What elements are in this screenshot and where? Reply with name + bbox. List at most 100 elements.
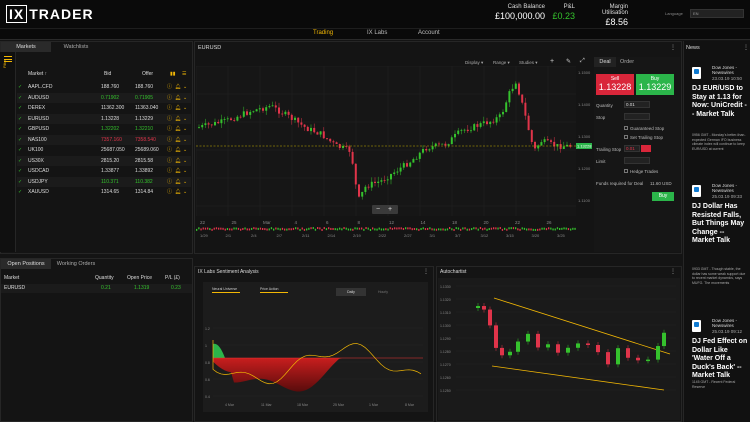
watchlist-row[interactable]: ✓ GBPUSD 1.32202 1.32210 ⓘ 🔔︎ ⌄ [17, 124, 191, 134]
chevron-down-icon[interactable]: ⌄ [183, 145, 187, 155]
offer-price: 1314.84 [135, 189, 154, 195]
news-item[interactable]: Dow Jones - Newswires 23.03.19 10:50 DJ E… [692, 65, 748, 180]
tab-working-orders[interactable]: Working Orders [51, 259, 101, 269]
chevron-down-icon[interactable]: ⌄ [183, 93, 187, 103]
chevron-down-icon[interactable]: ⌄ [183, 166, 187, 176]
alert-icon[interactable]: 🔔︎ [175, 124, 181, 134]
price-chart[interactable]: 1.1500 1.1400 1.1300 1.1200 1.1100 1.13228 22 2… [196, 66, 592, 262]
info-icon[interactable]: ⓘ [167, 187, 172, 197]
price-tick: 1.1400 [578, 102, 591, 107]
tab-order[interactable]: Order [616, 57, 638, 67]
alert-icon[interactable]: 🔔︎ [175, 114, 181, 124]
toggle-daily[interactable]: Daily [336, 288, 366, 296]
watchlist-row[interactable]: ✓ AUDUSD 0.71902 0.71905 ⓘ 🔔︎ ⌄ [17, 92, 191, 103]
alert-icon[interactable]: 🔔︎ [175, 166, 181, 176]
info-icon[interactable]: ⓘ [167, 145, 172, 155]
list-icon[interactable]: ☰ [182, 71, 186, 77]
info-icon[interactable]: ⓘ [167, 82, 172, 92]
alert-icon[interactable]: 🔔︎ [175, 177, 181, 187]
chevron-down-icon[interactable]: ⌄ [183, 114, 187, 124]
trailing-stop-input[interactable]: 0.01 [624, 145, 640, 152]
chart-options-icon[interactable]: ⋮ [670, 44, 676, 51]
chevron-down-icon[interactable]: ⌄ [183, 135, 187, 145]
chevron-down-icon[interactable]: ⌄ [183, 82, 187, 92]
language-select[interactable]: EN [690, 9, 744, 18]
sell-button[interactable]: Sell 1.13228 [596, 74, 634, 95]
news-options-icon[interactable]: ⋮ [743, 44, 749, 51]
watchlist-row[interactable]: ✓ EURUSD 1.13228 1.13229 ⓘ 🔔︎ ⌄ [17, 113, 191, 124]
chevron-down-icon[interactable]: ⌄ [183, 156, 187, 166]
trailing-stop-toggle[interactable] [641, 145, 651, 152]
alert-icon[interactable]: 🔔︎ [175, 135, 181, 145]
candle [476, 306, 480, 308]
candle [287, 111, 290, 115]
zoom-in-button[interactable]: + [388, 205, 392, 214]
tab-deal[interactable]: Deal [594, 57, 616, 67]
col-bid[interactable]: Bid [104, 71, 111, 77]
submit-deal-button[interactable]: Buy [652, 192, 674, 201]
watchlist-row[interactable]: ✓ NAS100 7357.160 7358.540 ⓘ 🔔︎ ⌄ [17, 134, 191, 145]
tab-markets[interactable]: Markets [1, 42, 51, 52]
tab-ix-labs[interactable]: IX Labs [367, 30, 387, 36]
filter-label[interactable]: Filter [2, 48, 7, 68]
watchlist-row[interactable]: ✓ UK100 25687.050 25689.060 ⓘ 🔔︎ ⌄ [17, 145, 191, 155]
info-icon[interactable]: ⓘ [167, 166, 172, 176]
tab-account[interactable]: Account [418, 30, 440, 36]
info-icon[interactable]: ⓘ [167, 124, 172, 134]
tab-open-positions[interactable]: Open Positions [1, 259, 51, 269]
alert-icon[interactable]: 🔔︎ [175, 156, 181, 166]
watchlist-row[interactable]: ✓ XAUUSD 1314.65 1314.84 ⓘ 🔔︎ ⌄ [17, 187, 191, 197]
add-icon[interactable]: + [550, 58, 554, 65]
info-icon[interactable]: ⓘ [167, 135, 172, 145]
volume-bar [341, 228, 343, 231]
autochartist-chart[interactable]: 1.1330 1.1320 1.1310 1.1300 1.1290 1.1280 1.12… [438, 278, 680, 420]
autochartist-options-icon[interactable]: ⋮ [670, 268, 676, 275]
grid-icon[interactable]: ▮▮ [170, 71, 176, 77]
alert-icon[interactable]: 🔔︎ [175, 93, 181, 103]
volume-bar [242, 227, 244, 230]
info-icon[interactable]: ⓘ [167, 93, 172, 103]
volume-bar [196, 228, 198, 231]
buy-button[interactable]: Buy 1.13229 [636, 74, 674, 95]
watchlist-row[interactable]: ✓ AAPL.CFD 188.760 188.760 ⓘ 🔔︎ ⌄ [17, 82, 191, 92]
sentiment-chart[interactable]: 1.2 1 0.8 0.6 0.4 4 Mar 11 Mar 18 Mar 25 Mar 1 Ma… [203, 300, 428, 412]
tab-trading[interactable]: Trading [313, 30, 333, 36]
pencil-icon[interactable]: ✎ [566, 58, 571, 65]
watchlist-row[interactable]: ✓ USDJPY 110.371 110.382 ⓘ 🔔︎ ⌄ [17, 176, 191, 187]
trailing-stop-checkbox[interactable] [624, 135, 628, 139]
info-icon[interactable]: ⓘ [167, 177, 172, 187]
info-icon[interactable]: ⓘ [167, 114, 172, 124]
watchlist-row[interactable]: ✓ USDCAD 1.33877 1.33892 ⓘ 🔔︎ ⌄ [17, 166, 191, 176]
watchlist-row[interactable]: ✓ US30X 2815.20 2815.58 ⓘ 🔔︎ ⌄ [17, 155, 191, 166]
alert-icon[interactable]: 🔔︎ [175, 187, 181, 197]
col-offer[interactable]: Offer [142, 71, 153, 77]
news-item[interactable]: Dow Jones - Newswires 25.03.19 09:12 DJ F… [692, 318, 748, 422]
watchlist-row[interactable]: ✓ DEREX 11362.300 11363.040 ⓘ 🔔︎ ⌄ [17, 103, 191, 113]
alert-icon[interactable]: 🔔︎ [175, 103, 181, 113]
quantity-input[interactable]: 0.01 [624, 101, 650, 108]
bid-price: 0.71902 [101, 94, 120, 101]
toggle-hourly[interactable]: Hourly [368, 288, 398, 296]
news-source-icon [692, 320, 701, 332]
chevron-down-icon[interactable]: ⌄ [183, 177, 187, 187]
expand-icon[interactable]: ⤢ [580, 58, 585, 65]
position-row[interactable]: EURUSD 0.21 1.1319 0.23 [1, 284, 192, 293]
col-market[interactable]: Market ↑ [28, 71, 47, 77]
info-icon[interactable]: ⓘ [167, 156, 172, 166]
brand-logo[interactable]: IX TRADER [6, 5, 94, 23]
alert-icon[interactable]: 🔔︎ [175, 145, 181, 155]
sentiment-options-icon[interactable]: ⋮ [423, 268, 429, 275]
chevron-down-icon[interactable]: ⌄ [183, 187, 187, 197]
stop-input[interactable] [624, 113, 650, 120]
limit-input[interactable] [624, 157, 650, 164]
hedge-checkbox[interactable] [624, 169, 628, 173]
chevron-down-icon[interactable]: ⌄ [183, 103, 187, 113]
tab-watchlists[interactable]: Watchlists [51, 42, 101, 52]
candle [418, 152, 421, 159]
guaranteed-stop-checkbox[interactable] [624, 126, 628, 130]
alert-icon[interactable]: 🔔︎ [175, 82, 181, 92]
news-item[interactable]: Dow Jones - Newswires 25.03.19 09:33 DJ D… [692, 183, 748, 298]
info-icon[interactable]: ⓘ [167, 103, 172, 113]
zoom-out-button[interactable]: − [376, 205, 380, 214]
chevron-down-icon[interactable]: ⌄ [183, 124, 187, 134]
